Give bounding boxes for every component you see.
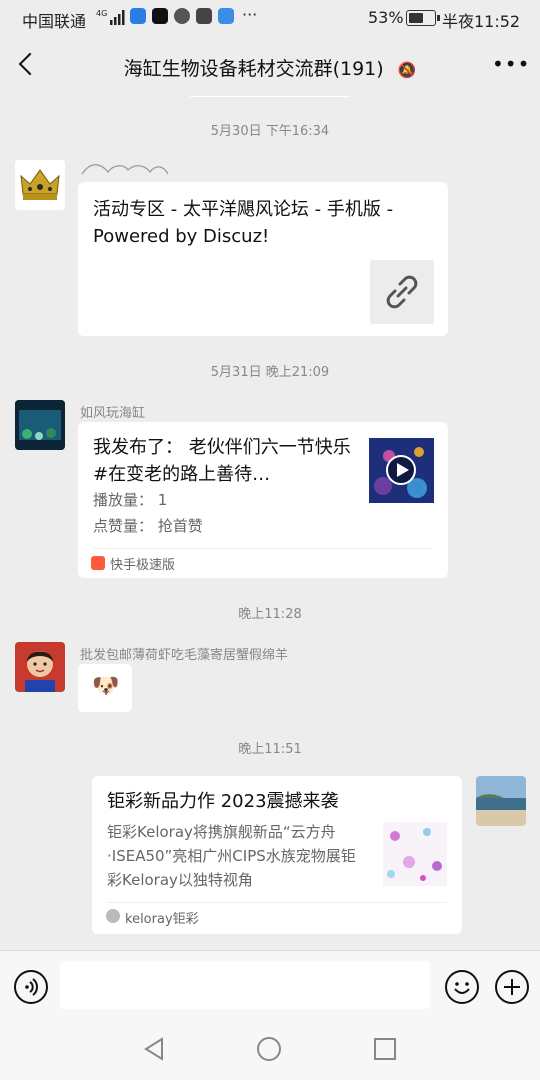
tiktok-app-icon [152,8,168,24]
chat-title-wrap: 海缸生物设备耗材交流群(191) 🔕 [0,54,540,81]
doge-emoji-icon: 🐶 [92,674,120,699]
weather-app-icon [218,8,234,24]
bell-off-icon: 🔕 [397,61,417,79]
kuaishou-icon [91,556,105,570]
nav-home-icon[interactable] [256,1036,282,1066]
avatar-child[interactable] [15,642,65,692]
keloray-logo-icon [106,909,120,923]
emoji-bubble[interactable]: 🐶 [78,664,132,712]
more-notifications-icon: ··· [242,5,258,24]
clock: 半夜11:52 [442,12,521,31]
divider [190,96,350,97]
signal-icon: 4G [96,7,126,31]
shield-app-icon [130,8,146,24]
carrier-label: 中国联通 [22,12,87,31]
message-input[interactable] [60,961,430,1009]
timestamp: 晚上11:51 [238,742,302,757]
link-card[interactable]: 活动专区 - 太平洋飓风论坛 - 手机版 - Powered by Discuz… [78,182,448,336]
avatar-crown[interactable] [15,160,65,210]
article-thumbnail [383,822,447,886]
voice-icon[interactable] [14,970,48,1004]
chat-header: 海缸生物设备耗材交流群(191) 🔕 ••• [0,36,540,96]
mail-app-icon [196,8,212,24]
source-account: keloray钜彩 [125,912,199,927]
avatar-self[interactable] [476,776,526,826]
message-list[interactable]: 5月30日 下午16:34 活动专区 - 太平洋飓风论坛 - 手机版 - Pow… [0,96,540,950]
source-app: 快手极速版 [110,558,176,573]
video-title: 我发布了： 老伙伴们六一节快乐 #在变老的路上善待… [93,437,351,485]
emoji-icon[interactable] [445,970,479,1004]
like-count: 点赞量： 抢首赞 [93,517,203,535]
divider [93,548,433,549]
link-icon [370,260,434,324]
nav-recent-icon[interactable] [372,1036,398,1066]
browser-app-icon [174,8,190,24]
play-count: 播放量： 1 [93,491,168,509]
svg-text:4G: 4G [96,9,107,18]
article-title: 钜彩新品力作 2023震撼来袭 [107,791,339,812]
article-share-card[interactable]: 钜彩新品力作 2023震撼来袭 钜彩Keloray将携旗舰新品“云方舟·ISEA… [92,776,462,934]
ornament-decoration [80,160,170,184]
video-share-card[interactable]: 我发布了： 老伙伴们六一节快乐 #在变老的路上善待… 播放量： 1 点赞量： 抢… [78,422,448,578]
input-bar [0,950,540,1021]
timestamp: 晚上11:28 [238,607,302,622]
nav-back-icon[interactable] [142,1036,168,1066]
video-thumbnail [369,438,434,503]
battery-percent: 53% [368,8,404,27]
avatar-aquarium[interactable] [15,400,65,450]
timestamp: 5月30日 下午16:34 [210,124,330,139]
system-nav-bar [0,1020,540,1080]
sender-name: 如风玩海缸 [80,406,146,421]
more-icon[interactable]: ••• [492,52,530,76]
article-desc: 钜彩Keloray将携旗舰新品“云方舟·ISEA50”亮相广州CIPS水族宠物展… [107,823,356,889]
plus-icon[interactable] [495,970,529,1004]
divider [107,902,447,903]
status-bar: 中国联通 4G ··· 53% 半夜11:52 [0,0,540,36]
battery-icon [406,10,440,26]
timestamp: 5月31日 晚上21:09 [210,365,330,380]
link-title: 活动专区 - 太平洋飓风论坛 - 手机版 - Powered by Discuz… [93,199,394,247]
sender-name: 批发包邮薄荷虾吃毛藻寄居蟹假绵羊 [80,648,289,663]
chat-title: 海缸生物设备耗材交流群(191) [123,58,384,80]
